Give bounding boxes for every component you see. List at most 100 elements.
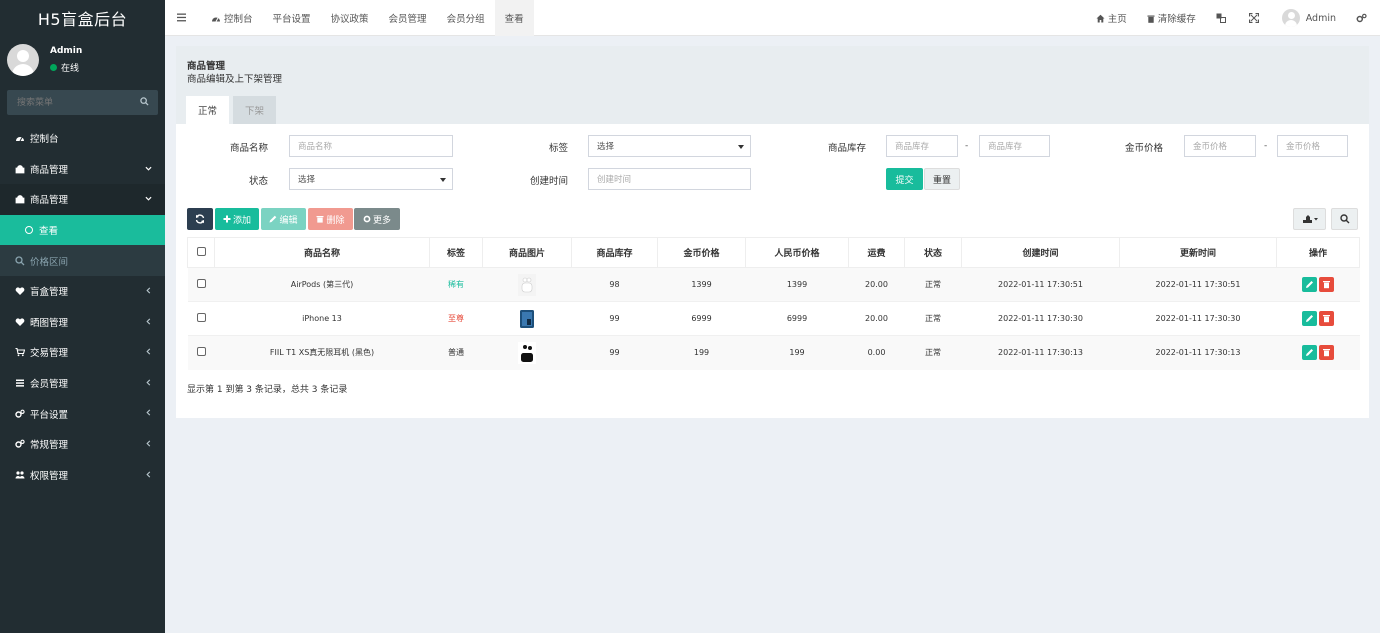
user-menu[interactable]: Admin <box>1272 0 1346 36</box>
filter-name-input[interactable]: 商品名称 <box>289 135 453 157</box>
tab-platform-settings[interactable]: 平台设置 <box>263 0 321 36</box>
row-checkbox[interactable] <box>196 279 206 288</box>
tab-label: 查看 <box>504 14 524 25</box>
tab-members[interactable]: 会员管理 <box>379 0 437 36</box>
row-checkbox[interactable] <box>196 347 206 357</box>
language-button[interactable] <box>1206 0 1239 36</box>
filter-tag-label: 标签 <box>548 143 568 154</box>
clear-cache-button[interactable]: 清除缓存 <box>1137 0 1206 36</box>
column-header[interactable]: 更新时间 <box>1119 237 1277 268</box>
avatar <box>1281 9 1300 27</box>
column-header[interactable]: 商品库存 <box>571 237 658 268</box>
tab-offshelf[interactable]: 下架 <box>233 96 277 124</box>
sidebar-item-platform[interactable]: 平台设置 <box>0 398 165 429</box>
cell-actions <box>1276 335 1360 370</box>
column-header[interactable]: 商品名称 <box>214 237 430 268</box>
filter-gold-min[interactable]: 金币价格 <box>1184 135 1256 157</box>
export-button[interactable] <box>1293 208 1326 230</box>
iphone-thumbnail[interactable] <box>518 308 536 330</box>
sidebar-item-blindbox[interactable]: 盲盒管理 <box>0 276 165 307</box>
tab-view[interactable]: 查看 <box>494 0 534 36</box>
filter-created-input[interactable]: 创建时间 <box>588 168 751 190</box>
delete-button[interactable]: 删除 <box>308 208 353 230</box>
table-search-button[interactable] <box>1331 208 1358 230</box>
menu-search-input[interactable] <box>7 90 127 115</box>
submit-button[interactable]: 提交 <box>886 168 923 190</box>
trash-icon <box>1323 349 1330 357</box>
column-header[interactable]: 操作 <box>1276 237 1360 268</box>
cogs-icon <box>1356 13 1367 23</box>
column-header[interactable]: 人民币价格 <box>745 237 849 268</box>
home-link[interactable]: 主页 <box>1086 0 1137 36</box>
goods-table: 商品名称 标签 商品图片 商品库存 金币价格 人民币价格 运费 状态 创建时间 … <box>187 237 1360 370</box>
cell-actions <box>1276 301 1360 336</box>
column-header[interactable]: 状态 <box>904 237 962 268</box>
filter-tag-select[interactable]: 选择 <box>588 135 751 157</box>
filter-stock-min[interactable]: 商品库存 <box>886 135 958 157</box>
app-logo[interactable]: H5盲盒后台 <box>0 0 165 36</box>
filter-created-label: 创建时间 <box>529 176 568 187</box>
sidebar-item-view[interactable]: 查看 <box>0 214 165 246</box>
chevron-left-icon <box>146 348 151 355</box>
sidebar-menu: 控制台 商品管理 商品管理 查看 价格区间 盲盒管理 晒图管理 交易管理 会员管… <box>0 123 165 490</box>
add-button[interactable]: 添加 <box>215 208 259 230</box>
dashboard-icon <box>212 17 220 22</box>
earphones-thumbnail[interactable] <box>518 341 536 364</box>
row-delete-button[interactable] <box>1319 345 1334 361</box>
row-checkbox[interactable] <box>196 313 206 322</box>
row-edit-button[interactable] <box>1302 277 1317 292</box>
sidebar-item-goods[interactable]: 商品管理 <box>0 154 165 185</box>
edit-label: 编辑 <box>279 215 298 226</box>
tab-label: 控制台 <box>224 14 253 25</box>
filter-stock-max[interactable]: 商品库存 <box>979 135 1050 157</box>
sidebar-item-general[interactable]: 常规管理 <box>0 429 165 460</box>
filter-gold-max[interactable]: 金币价格 <box>1277 135 1348 157</box>
sidebar-item-price-range[interactable]: 价格区间 <box>0 245 165 276</box>
column-header[interactable]: 金币价格 <box>657 237 746 268</box>
cell-tag: 稀有 <box>429 267 483 302</box>
row-edit-button[interactable] <box>1302 345 1317 361</box>
column-header[interactable]: 创建时间 <box>961 237 1120 268</box>
search-icon[interactable] <box>140 97 149 106</box>
tab-policy[interactable]: 协议政策 <box>321 0 379 36</box>
chevron-left-icon <box>146 287 151 294</box>
more-button[interactable]: 更多 <box>354 208 400 230</box>
online-dot-icon <box>50 64 57 71</box>
reset-button[interactable]: 重置 <box>924 168 960 190</box>
sidebar-item-dashboard[interactable]: 控制台 <box>0 123 165 154</box>
hamburger-icon[interactable] <box>177 13 186 22</box>
cell-updated: 2022-01-11 17:30:13 <box>1119 335 1277 370</box>
sidebar-item-goods-sub[interactable]: 商品管理 <box>0 184 165 215</box>
tab-normal[interactable]: 正常 <box>186 96 230 124</box>
select-all-checkbox[interactable] <box>196 246 206 256</box>
row-delete-button[interactable] <box>1319 277 1334 292</box>
column-header[interactable]: 商品图片 <box>482 237 572 268</box>
page-title: 商品管理 <box>187 61 226 72</box>
sidebar-item-photo[interactable]: 晒图管理 <box>0 307 165 338</box>
airpods-thumbnail[interactable] <box>518 273 536 296</box>
fullscreen-button[interactable] <box>1239 0 1272 36</box>
sidebar-item-label: 盲盒管理 <box>30 287 69 299</box>
tab-dashboard[interactable]: 控制台 <box>201 0 263 36</box>
sidebar-item-members[interactable]: 会员管理 <box>0 368 165 399</box>
cogs-icon <box>15 439 25 448</box>
column-header[interactable]: 标签 <box>429 237 483 268</box>
edit-button[interactable]: 编辑 <box>261 208 306 230</box>
sidebar-item-permissions[interactable]: 权限管理 <box>0 460 165 491</box>
user-name: Admin <box>50 46 83 56</box>
row-delete-button[interactable] <box>1319 311 1334 326</box>
shop-icon <box>15 195 25 204</box>
settings-button[interactable] <box>1346 0 1380 36</box>
sidebar-search <box>7 90 158 115</box>
refresh-button[interactable] <box>187 208 213 230</box>
table-row[interactable]: AirPods (第三代) 稀有 98 1399 1399 20.00 正常 2… <box>187 267 1360 302</box>
table-row[interactable]: FIIL T1 XS真无限耳机 (黑色) 普通 99 199 199 0.00 … <box>187 335 1360 370</box>
tab-member-groups[interactable]: 会员分组 <box>437 0 495 36</box>
filter-status-select[interactable]: 选择 <box>289 168 453 190</box>
row-edit-button[interactable] <box>1302 311 1317 326</box>
sidebar-item-label: 会员管理 <box>30 379 69 391</box>
table-row[interactable]: iPhone 13 至尊 99 6999 6999 20.00 正常 2022-… <box>187 301 1360 336</box>
sidebar-item-trade[interactable]: 交易管理 <box>0 337 165 368</box>
header-right: 主页 清除缓存 Admin <box>1086 0 1380 36</box>
column-header[interactable]: 运费 <box>848 237 905 268</box>
